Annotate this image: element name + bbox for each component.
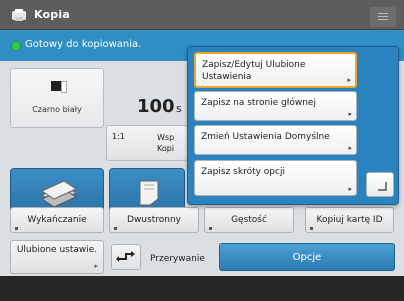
chevron-right-icon: ▸ (348, 185, 352, 193)
interrupt-label: Przerywanie (150, 254, 205, 264)
copies-count: 100 (137, 96, 175, 117)
bottom-strip (0, 276, 404, 301)
id-card-copy-label: Kopiuj kartę ID (316, 215, 383, 225)
chevron-right-icon: ▸ (347, 76, 351, 84)
copies-suffix: s (176, 102, 182, 115)
menu-item-label: Zapisz skróty opcji (201, 167, 285, 177)
black-white-icon (51, 81, 67, 93)
options-label: Opcje (292, 252, 322, 263)
options-button[interactable]: Opcje (219, 243, 395, 271)
copy-ratio-button[interactable]: 1:1 Wsp Kopi (106, 125, 188, 161)
finishing-button[interactable]: Wykańczanie (10, 207, 104, 233)
favorites-label: Ulubione ustawie. (16, 245, 98, 255)
title-bar: Kopia (0, 0, 404, 30)
menu-item-save-home[interactable]: Zapisz na stronie głównej ▸ (194, 91, 357, 121)
favorites-button[interactable]: Ulubione ustawie. ▸ (10, 240, 104, 274)
duplex-button[interactable]: Dwustronny (109, 207, 199, 233)
copy-app-icon (12, 9, 26, 21)
menu-item-edit-favorites[interactable]: Zapisz/Edytuj Ulubione Ustawienia ▸ (194, 52, 357, 88)
color-mode-button[interactable]: Czarno biały (10, 68, 104, 128)
chevron-right-icon: ▸ (348, 144, 352, 152)
duplex-label: Dwustronny (127, 215, 181, 225)
color-mode-label: Czarno biały (32, 105, 82, 114)
ratio-label: Wsp Kopi (157, 133, 175, 153)
density-label: Gęstość (231, 215, 267, 225)
menu-item-label: Zapisz/Edytuj Ulubione Ustawienia (202, 60, 306, 82)
ratio-value: 1:1 (112, 132, 125, 141)
chevron-right-icon: ▸ (94, 262, 98, 270)
interrupt-icon[interactable] (111, 244, 141, 270)
menu-item-save-shortcuts[interactable]: Zapisz skróty opcji ▸ (194, 160, 357, 196)
app-title: Kopia (34, 8, 70, 21)
menu-item-change-defaults[interactable]: Zmień Ustawienia Domyślne ▸ (194, 125, 357, 155)
collapse-glyph-icon (378, 182, 387, 191)
interrupt-glyph-icon (116, 251, 135, 262)
collapse-corner-icon[interactable] (366, 172, 394, 197)
density-button[interactable]: Gęstość (204, 207, 294, 233)
chevron-right-icon: ▸ (348, 110, 352, 118)
menu-item-label: Zapisz na stronie głównej (201, 98, 316, 108)
id-card-copy-button[interactable]: Kopiuj kartę ID (305, 207, 394, 233)
finishing-label: Wykańczanie (27, 215, 87, 225)
status-ready-icon (11, 41, 21, 51)
paper-stack-icon (40, 181, 78, 208)
favorites-dropdown-menu: Zapisz/Edytuj Ulubione Ustawienia ▸ Zapi… (187, 46, 399, 205)
menu-item-label: Zmień Ustawienia Domyślne (201, 132, 330, 142)
copy-screen: Kopia Gotowy do kopiowania. Czarno biały… (0, 0, 404, 301)
duplex-page-icon (139, 180, 159, 206)
hamburger-menu-icon[interactable] (370, 7, 396, 27)
status-text: Gotowy do kopiowania. (25, 39, 142, 50)
